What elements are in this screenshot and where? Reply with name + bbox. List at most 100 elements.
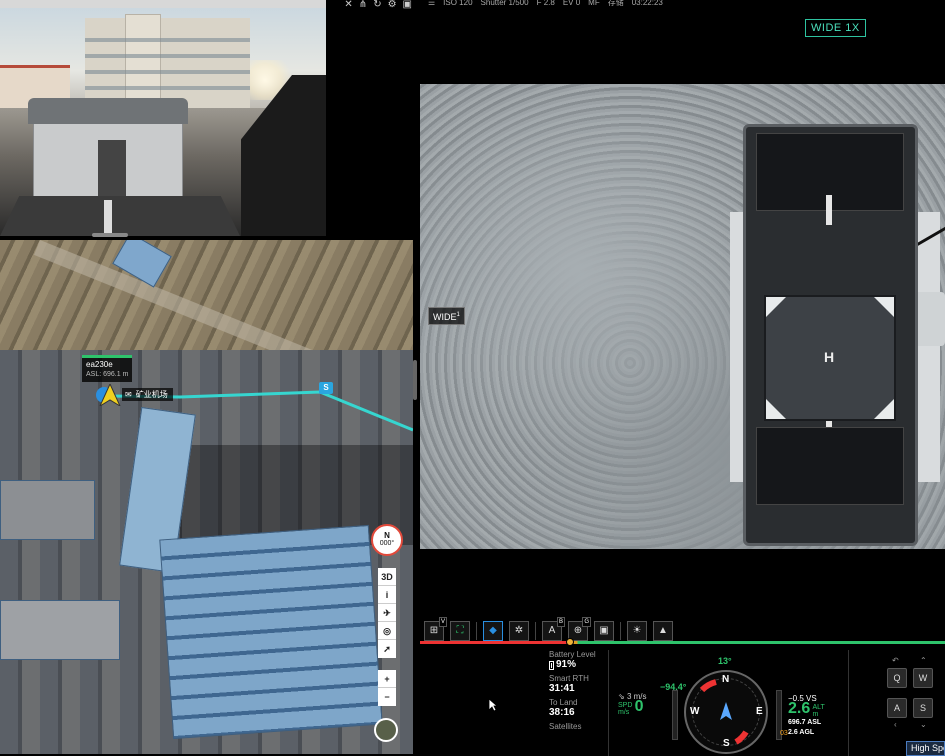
ai-screen-icon[interactable]: ▣ [594, 621, 614, 641]
tool-sub-label: G [582, 617, 591, 627]
speed-label: SPD m/s [618, 702, 633, 716]
aircraft-label[interactable]: ea230e ASL: 696.1 m [82, 355, 133, 382]
antenna-icon[interactable]: ⋔ [359, 0, 367, 12]
refresh-icon[interactable]: ↻ [373, 0, 381, 12]
dock-base [0, 196, 240, 236]
mouse-cursor-icon [488, 698, 498, 712]
wide-tag-label: WIDE [433, 312, 457, 322]
menu-icon[interactable]: ☰ [428, 0, 435, 8]
drone-dock-slot [98, 140, 126, 200]
signal-icon[interactable]: ✕ [344, 0, 352, 12]
drone-camera-feed[interactable]: H [420, 84, 945, 549]
battery-icon [549, 660, 554, 670]
telemetry-panel: Battery Level 91% Smart RTH 31:41 To Lan… [549, 646, 609, 732]
danger-arc [699, 679, 717, 693]
compass-heading-label: 000° [379, 540, 395, 547]
map-tool-group: 3D i ✈ ◎ ➚ [378, 568, 396, 658]
heading-value: 13° [718, 656, 732, 666]
window-row [85, 86, 250, 90]
fstop-value: F 2.8 [536, 0, 555, 7]
dock-bar [826, 195, 832, 225]
feed-top-strip [0, 0, 326, 8]
compass-n: N [722, 674, 730, 685]
waypoint-marker[interactable]: S [319, 382, 333, 394]
locate-button[interactable]: ◎ [378, 622, 396, 640]
dock-icon: ✉ [125, 390, 132, 399]
dock-name: 矿业机场 [135, 390, 168, 399]
info-button[interactable]: i [378, 586, 396, 604]
diamond-icon[interactable]: ◆ [483, 621, 503, 641]
compass-w: W [690, 706, 700, 717]
aircraft-name: ea230e [86, 360, 113, 369]
key-a[interactable]: A [887, 698, 907, 718]
altitude-readout: −0.5 VS 2.6 ALT m 696.7 ASL 2.6 AGL [788, 694, 825, 738]
aircraft-focus-button[interactable]: ✈ [378, 604, 396, 622]
dock-location-label[interactable]: ✉ 矿业机场 [122, 388, 173, 401]
tool-sub-label: B [556, 617, 565, 627]
satellites-label: Satellites [549, 722, 582, 731]
aircraft-icon[interactable] [96, 384, 122, 406]
view-3d-button[interactable]: 3D [378, 568, 396, 586]
window-row [85, 70, 250, 74]
dock-top-view: H [743, 124, 918, 546]
danger-arc [734, 730, 749, 745]
ai-target-icon[interactable]: ⛶ [450, 621, 470, 641]
drone-dock-lid [28, 98, 188, 124]
aircraft-asl: ASL: 696.1 m [86, 371, 129, 378]
rotate-left-icon: ↶ [892, 656, 899, 665]
lens-zoom-badge[interactable]: WIDE 1X [805, 19, 866, 37]
tool-sub-label: V [438, 617, 447, 627]
light-icon[interactable]: ☀ [627, 621, 647, 641]
map-view[interactable]: ea230e ASL: 696.1 m ✉ 矿业机场 S N 000° 3D i… [0, 240, 413, 754]
waypoint-indicator: 03 [780, 730, 788, 737]
wind-icon: ⇘ [618, 692, 625, 701]
battery-value: 91% [549, 660, 609, 670]
zoom-group: + − [378, 670, 396, 706]
key-s[interactable]: S [913, 698, 933, 718]
arrow-up-icon: ⌃ [920, 656, 927, 665]
camera-status-bar: ☰ ISO 120 Shutter 1/500 F 2.8 EV 0 MF 存储… [420, 0, 945, 8]
ev-value: EV 0 [562, 0, 581, 7]
zoom-in-button[interactable]: + [378, 670, 396, 688]
map-layer-button[interactable] [374, 718, 398, 742]
dock-camera-feed[interactable] [0, 0, 326, 236]
speed-scale [672, 690, 678, 740]
land-value: 38:16 [549, 707, 575, 718]
navigate-icon[interactable]: ▲ [653, 621, 673, 641]
window-icon[interactable]: ▣ [403, 0, 412, 12]
dock-pole [104, 200, 112, 236]
shutter-value: Shutter 1/500 [480, 0, 529, 7]
gear-icon[interactable]: ⚙ [388, 0, 397, 12]
map-compass-button[interactable]: N 000° [371, 524, 403, 556]
storage-label: 存储 [607, 0, 624, 7]
drone-heading-marker [720, 702, 732, 720]
altitude-unit: ALT m [812, 704, 825, 718]
compass-s: S [723, 738, 730, 749]
window-row [85, 54, 250, 58]
camera-toolbar: ⊞ V ⛶ ◆ ✲ A B ⊕ G ▣ ☀ ▲ [424, 617, 694, 643]
split-handle[interactable] [92, 233, 128, 237]
wide-lens-tag[interactable]: WIDE1 [428, 307, 465, 325]
zoom-out-button[interactable]: − [378, 688, 396, 706]
speed-value: 0 [634, 698, 644, 716]
speed-readout: ⇘ 3 m/s SPD m/s 0 [618, 692, 647, 716]
focus-mode: MF [588, 0, 600, 7]
arrow-down-icon: ⌄ [920, 720, 927, 729]
sparkle-icon[interactable]: ✲ [509, 621, 529, 641]
ai-scan-icon[interactable]: AB [542, 617, 565, 641]
panel-divider [608, 650, 609, 756]
high-speed-button[interactable]: High Speed [906, 741, 945, 756]
key-w[interactable]: W [913, 668, 933, 688]
time-value: 03:22:23 [631, 0, 663, 7]
panel-resize-handle[interactable] [413, 360, 417, 400]
key-q[interactable]: Q [887, 668, 907, 688]
grid-tool-icon[interactable]: ⊞ V [424, 617, 447, 641]
toolbar-separator [620, 622, 621, 640]
compass-e: E [756, 706, 763, 717]
agl-value: 2.6 AGL [788, 729, 815, 736]
route-button[interactable]: ➚ [378, 640, 396, 658]
asl-value: 696.7 ASL [788, 719, 822, 726]
toolbar-separator [535, 622, 536, 640]
toolbar-separator [476, 622, 477, 640]
flight-route [111, 390, 413, 432]
